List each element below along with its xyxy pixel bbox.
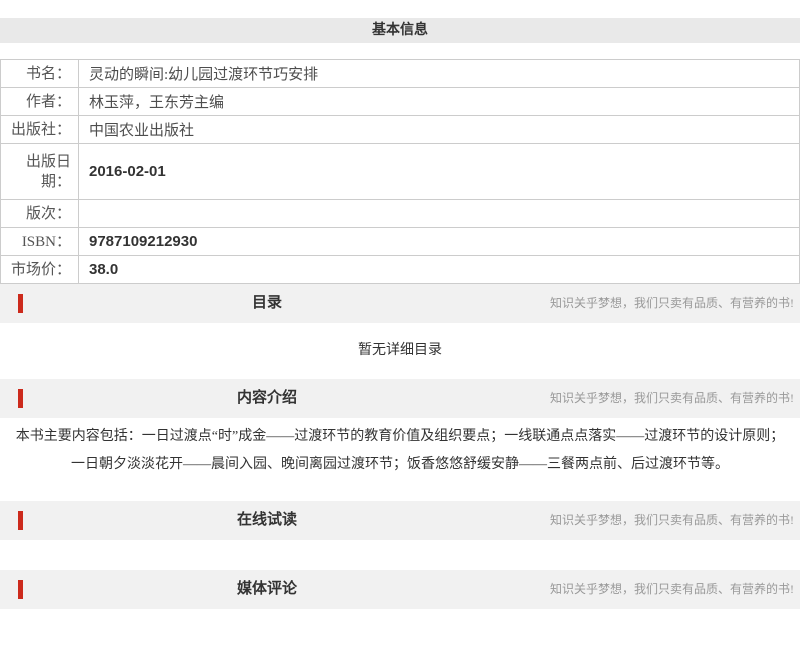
table-row-edition: 版次：: [0, 199, 800, 228]
row-label-pubdate: 出版日期：: [0, 143, 79, 200]
row-label-price: 市场价：: [0, 255, 79, 284]
row-value-title: 灵动的瞬间:幼儿园过渡环节巧安排: [78, 59, 800, 88]
section-bar-toc: 目录 知识关乎梦想，我们只卖有品质、有营养的书!: [0, 284, 800, 323]
section-tagline: 知识关乎梦想，我们只卖有品质、有营养的书!: [550, 513, 794, 527]
section-bar-intro: 内容介绍 知识关乎梦想，我们只卖有品质、有营养的书!: [0, 379, 800, 418]
basic-info-header-bar: 基本信息: [0, 18, 800, 43]
intro-paragraph: 本书主要内容包括：一日过渡点“时”成金——过渡环节的教育价值及组织要点；一线联通…: [0, 418, 800, 501]
section-tagline: 知识关乎梦想，我们只卖有品质、有营养的书!: [550, 296, 794, 310]
row-value-author: 林玉萍，王东芳主编: [78, 87, 800, 116]
row-value-isbn: 9787109212930: [78, 227, 800, 256]
row-label-publisher: 出版社：: [0, 115, 79, 144]
section-tagline: 知识关乎梦想，我们只卖有品质、有营养的书!: [550, 391, 794, 405]
section-title-preview: 在线试读: [236, 512, 297, 528]
section-bar-preview: 在线试读 知识关乎梦想，我们只卖有品质、有营养的书!: [0, 501, 800, 540]
section-tagline: 知识关乎梦想，我们只卖有品质、有营养的书!: [550, 582, 794, 596]
reviews-empty-area: [0, 609, 800, 666]
row-label-edition: 版次：: [0, 199, 79, 228]
section-title-reviews: 媒体评论: [236, 581, 297, 597]
row-value-pubdate: 2016-02-01: [78, 143, 800, 200]
basic-info-title: 基本信息: [372, 23, 428, 38]
section-bar-reviews: 媒体评论 知识关乎梦想，我们只卖有品质、有营养的书!: [0, 570, 800, 609]
table-row-isbn: ISBN： 9787109212930: [0, 227, 800, 256]
section-title-toc: 目录: [251, 295, 282, 311]
table-row-pubdate: 出版日期： 2016-02-01: [0, 143, 800, 200]
row-value-publisher: 中国农业出版社: [78, 115, 800, 144]
section-title-intro: 内容介绍: [236, 390, 297, 406]
preview-empty-area: [0, 540, 800, 570]
row-value-edition: [78, 199, 800, 228]
row-value-price: 38.0: [78, 255, 800, 284]
row-label-isbn: ISBN：: [0, 227, 79, 256]
book-detail-page: 基本信息 书名： 灵动的瞬间:幼儿园过渡环节巧安排 作者： 林玉萍，王东芳主编 …: [0, 18, 800, 666]
table-row-publisher: 出版社： 中国农业出版社: [0, 115, 800, 144]
table-row-price: 市场价： 38.0: [0, 255, 800, 284]
table-row-title: 书名： 灵动的瞬间:幼儿园过渡环节巧安排: [0, 59, 800, 88]
row-label-title: 书名：: [0, 59, 79, 88]
book-info-table: 书名： 灵动的瞬间:幼儿园过渡环节巧安排 作者： 林玉萍，王东芳主编 出版社： …: [0, 59, 800, 284]
row-label-author: 作者：: [0, 87, 79, 116]
toc-empty-message: 暂无详细目录: [0, 323, 800, 379]
table-row-author: 作者： 林玉萍，王东芳主编: [0, 87, 800, 116]
